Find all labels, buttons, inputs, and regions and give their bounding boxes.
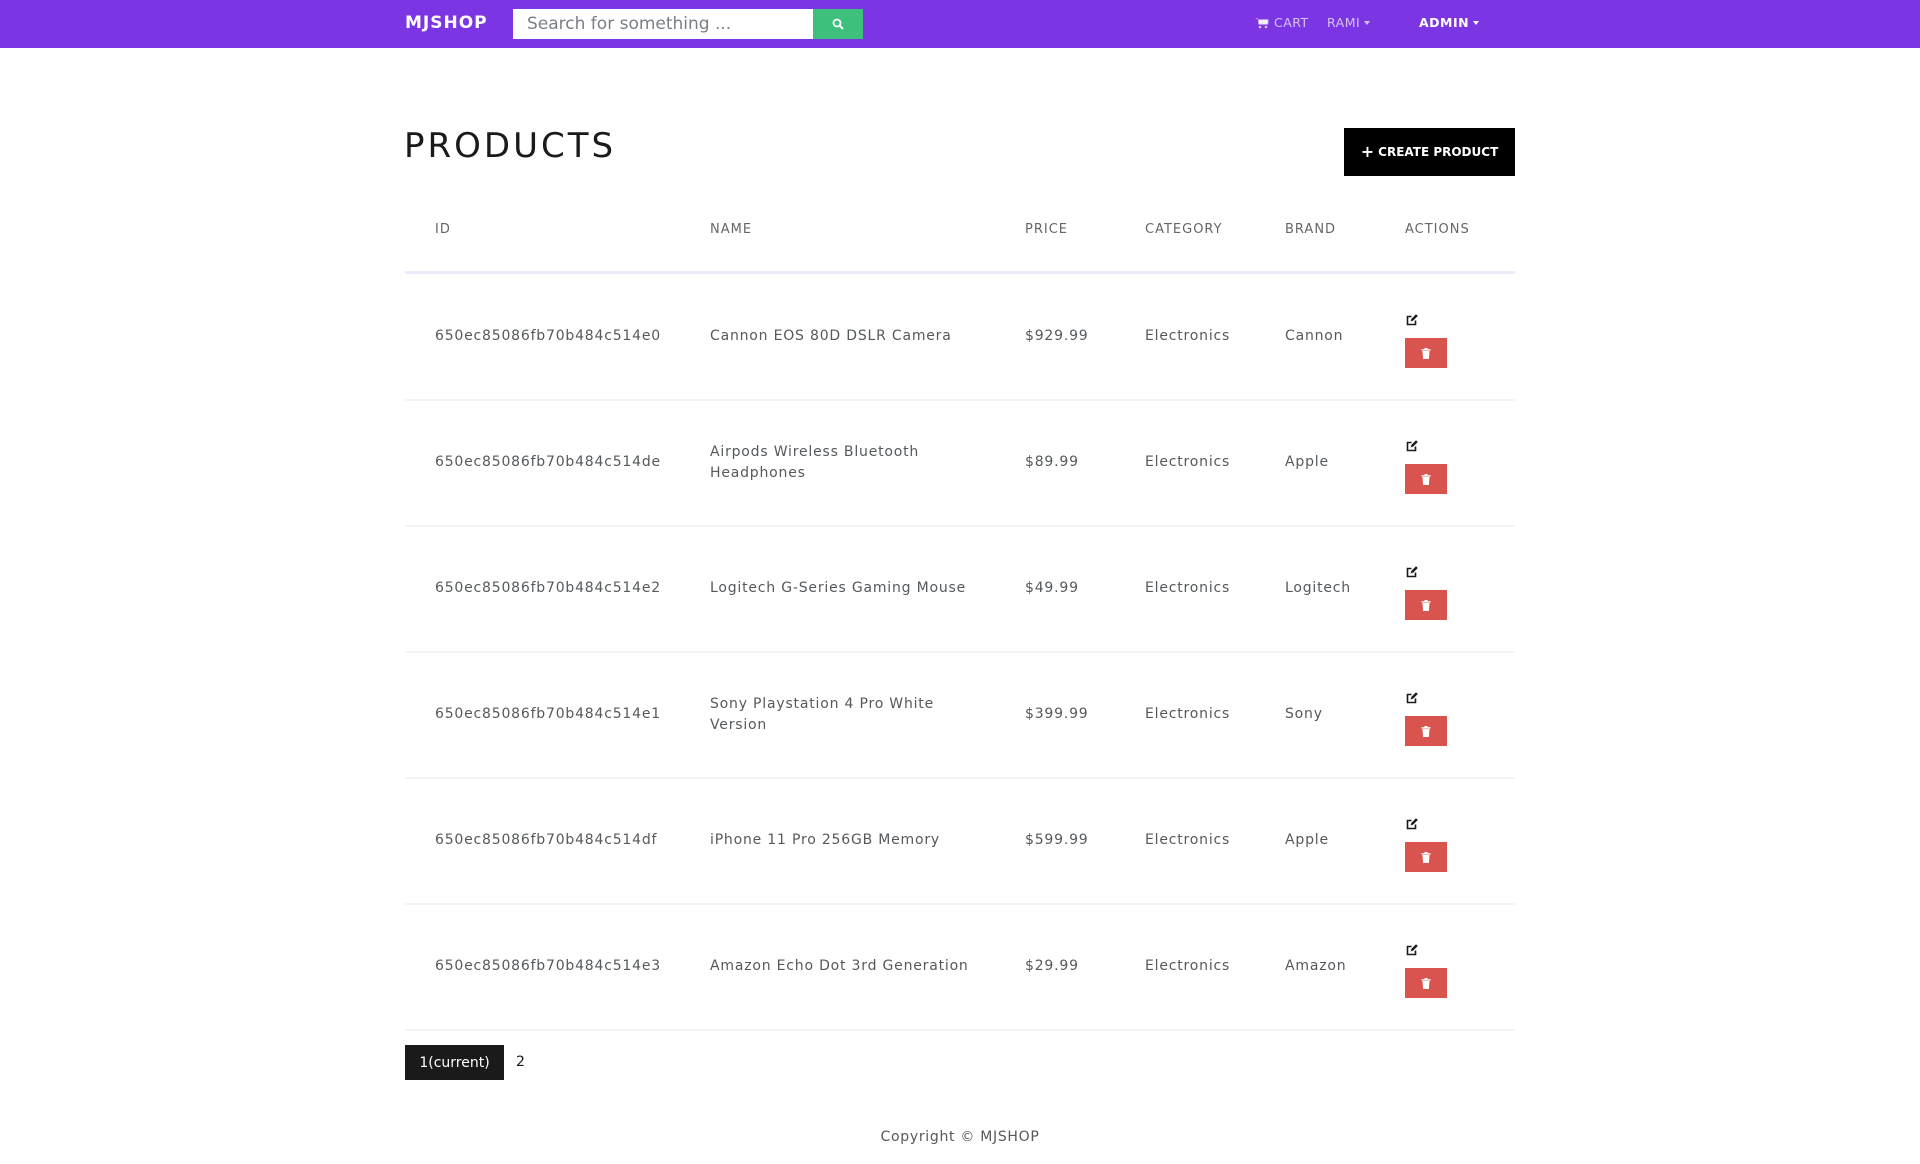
column-header-name: NAME xyxy=(710,222,753,237)
product-category: Electronics xyxy=(1145,328,1231,344)
admin-dropdown[interactable]: ADMIN xyxy=(1419,15,1480,30)
search-icon xyxy=(832,18,844,30)
product-brand: Sony xyxy=(1285,706,1323,722)
product-brand: Cannon xyxy=(1285,328,1344,344)
column-header-id: ID xyxy=(435,222,451,237)
product-price: $399.99 xyxy=(1025,706,1089,722)
table-row: 650ec85086fb70b484c514de Airpods Wireles… xyxy=(405,401,1515,527)
edit-icon[interactable] xyxy=(1405,439,1419,453)
product-category: Electronics xyxy=(1145,580,1231,596)
delete-button[interactable] xyxy=(1405,464,1447,494)
delete-button[interactable] xyxy=(1405,338,1447,368)
user-dropdown[interactable]: RAMI xyxy=(1327,15,1371,30)
trash-icon xyxy=(1421,725,1431,737)
edit-icon[interactable] xyxy=(1405,691,1419,705)
create-product-button[interactable]: + CREATE PRODUCT xyxy=(1344,128,1515,176)
product-category: Electronics xyxy=(1145,832,1231,848)
navbar: MJSHOP CART RAMI ADMIN xyxy=(0,0,1920,48)
edit-icon[interactable] xyxy=(1405,943,1419,957)
edit-icon[interactable] xyxy=(1405,817,1419,831)
product-id: 650ec85086fb70b484c514e2 xyxy=(435,580,661,596)
page-title: PRODUCTS xyxy=(404,126,617,166)
product-id: 650ec85086fb70b484c514e3 xyxy=(435,958,661,974)
product-brand: Apple xyxy=(1285,454,1329,470)
cart-label: CART xyxy=(1274,15,1309,30)
product-price: $49.99 xyxy=(1025,580,1079,596)
trash-icon xyxy=(1421,599,1431,611)
product-id: 650ec85086fb70b484c514df xyxy=(435,832,658,848)
pagination-page-2[interactable]: 2 xyxy=(516,1054,525,1070)
user-label: RAMI xyxy=(1327,15,1361,30)
delete-button[interactable] xyxy=(1405,842,1447,872)
delete-button[interactable] xyxy=(1405,968,1447,998)
product-brand: Amazon xyxy=(1285,958,1347,974)
column-header-category: CATEGORY xyxy=(1145,222,1223,237)
create-product-label: CREATE PRODUCT xyxy=(1378,145,1499,159)
cart-link[interactable]: CART xyxy=(1255,15,1309,30)
plus-icon: + xyxy=(1360,142,1375,161)
delete-button[interactable] xyxy=(1405,590,1447,620)
product-name: Cannon EOS 80D DSLR Camera xyxy=(710,328,952,344)
table-row: 650ec85086fb70b484c514e0 Cannon EOS 80D … xyxy=(405,275,1515,401)
product-name: Logitech G-Series Gaming Mouse xyxy=(710,580,967,596)
table-header: ID NAME PRICE CATEGORY BRAND ACTIONS xyxy=(405,210,1515,274)
footer-copyright: Copyright © MJSHOP xyxy=(880,1129,1040,1145)
cart-icon xyxy=(1255,17,1269,28)
table-row: 650ec85086fb70b484c514df iPhone 11 Pro 2… xyxy=(405,779,1515,905)
product-category: Electronics xyxy=(1145,706,1231,722)
product-price: $29.99 xyxy=(1025,958,1079,974)
product-price: $89.99 xyxy=(1025,454,1079,470)
column-header-price: PRICE xyxy=(1025,222,1068,237)
product-brand: Logitech xyxy=(1285,580,1351,596)
column-header-brand: BRAND xyxy=(1285,222,1337,237)
product-id: 650ec85086fb70b484c514e1 xyxy=(435,706,661,722)
product-category: Electronics xyxy=(1145,454,1231,470)
table-row: 650ec85086fb70b484c514e3 Amazon Echo Dot… xyxy=(405,905,1515,1031)
brand-logo[interactable]: MJSHOP xyxy=(405,13,488,33)
search-input[interactable] xyxy=(513,9,813,39)
product-price: $929.99 xyxy=(1025,328,1089,344)
product-name: Airpods Wireless Bluetooth Headphones xyxy=(710,444,920,481)
admin-label: ADMIN xyxy=(1419,15,1470,30)
trash-icon xyxy=(1421,977,1431,989)
trash-icon xyxy=(1421,851,1431,863)
edit-icon[interactable] xyxy=(1405,565,1419,579)
product-name: Amazon Echo Dot 3rd Generation xyxy=(710,958,969,974)
trash-icon xyxy=(1421,347,1431,359)
product-id: 650ec85086fb70b484c514e0 xyxy=(435,328,661,344)
product-id: 650ec85086fb70b484c514de xyxy=(435,454,661,470)
chevron-down-icon xyxy=(1364,20,1371,25)
chevron-down-icon xyxy=(1473,20,1480,25)
product-price: $599.99 xyxy=(1025,832,1089,848)
pagination-current-page[interactable]: 1(current) xyxy=(405,1045,504,1080)
table-row: 650ec85086fb70b484c514e2 Logitech G-Seri… xyxy=(405,527,1515,653)
product-name: iPhone 11 Pro 256GB Memory xyxy=(710,832,940,848)
trash-icon xyxy=(1421,473,1431,485)
column-header-actions: ACTIONS xyxy=(1405,222,1470,237)
search-button[interactable] xyxy=(813,9,863,39)
product-name: Sony Playstation 4 Pro White Version xyxy=(710,696,935,733)
table-row: 650ec85086fb70b484c514e1 Sony Playstatio… xyxy=(405,653,1515,779)
delete-button[interactable] xyxy=(1405,716,1447,746)
product-brand: Apple xyxy=(1285,832,1329,848)
edit-icon[interactable] xyxy=(1405,313,1419,327)
product-category: Electronics xyxy=(1145,958,1231,974)
